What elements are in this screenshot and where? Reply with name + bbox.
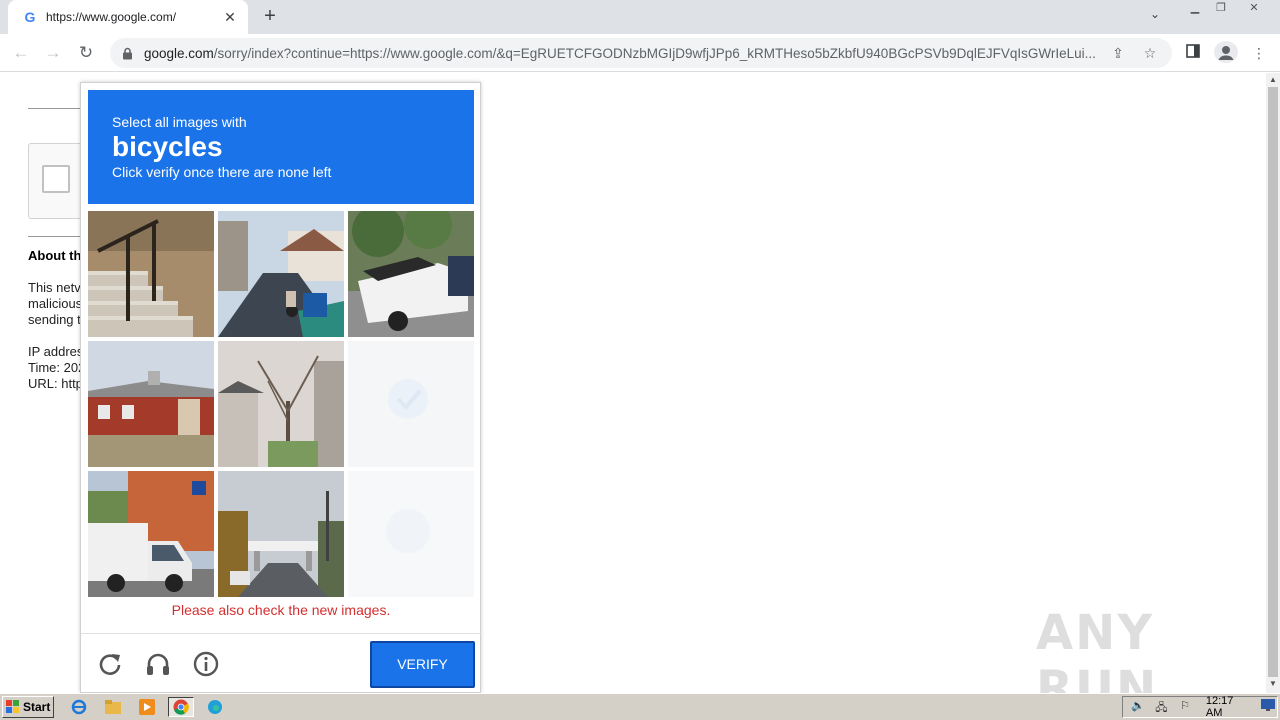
url-text[interactable]: google.com/sorry/index?continue=https://… <box>144 46 1098 61</box>
about-line: This netv <box>28 280 81 295</box>
tile-bridge-road[interactable] <box>218 471 344 597</box>
verify-button[interactable]: VERIFY <box>370 641 475 688</box>
url-path: /sorry/index?continue=https://www.google… <box>213 45 1096 61</box>
error-message: Please also check the new images. <box>171 602 391 618</box>
side-panel-icon[interactable] <box>1181 42 1205 64</box>
windows-logo-icon <box>6 700 19 713</box>
internet-explorer-icon[interactable] <box>68 697 90 717</box>
recaptcha-challenge: Select all images with bicycles Click ve… <box>80 82 481 693</box>
chrome-taskbar-icon[interactable] <box>168 697 194 717</box>
reload-challenge-icon[interactable] <box>96 650 124 678</box>
challenge-footer: VERIFY <box>81 633 481 693</box>
action-center-flag-icon[interactable]: ⚐ <box>1176 699 1194 715</box>
media-player-icon[interactable] <box>136 697 158 717</box>
taskbar: Start 🔈 🖧 ⚐ 12:17 AM <box>0 693 1280 720</box>
file-explorer-folder-icon[interactable] <box>102 697 124 717</box>
profile-avatar-icon[interactable] <box>1214 41 1238 63</box>
tile-fading[interactable] <box>348 341 474 467</box>
tile-stairs[interactable] <box>88 211 214 337</box>
tab-close-icon[interactable]: ✕ <box>222 9 238 26</box>
info-icon[interactable] <box>192 650 220 678</box>
clock: 12:17 AM <box>1205 695 1234 719</box>
tab-title: https://www.google.com/ <box>46 10 177 24</box>
window-close-icon[interactable]: ✕ <box>1243 2 1265 16</box>
divider <box>28 108 88 109</box>
system-tray: 🔈 🖧 ⚐ 12:17 AM <box>1122 695 1278 719</box>
restore-icon[interactable]: ❐ <box>1210 2 1232 16</box>
about-line: malicious <box>28 296 83 311</box>
tile-white-van[interactable] <box>88 471 214 597</box>
instruction-subtext: Click verify once there are none left <box>112 164 332 180</box>
show-desktop-icon[interactable] <box>1259 699 1277 715</box>
tab-search-chevron-down-icon[interactable]: ⌄ <box>1150 7 1160 21</box>
tile-tree-house[interactable] <box>218 341 344 467</box>
start-label: Start <box>23 700 51 714</box>
edge-icon[interactable] <box>204 697 226 717</box>
back-arrow-icon[interactable]: ← <box>8 40 34 66</box>
new-tab-plus-icon[interactable]: + <box>258 5 282 29</box>
forward-arrow-icon[interactable]: → <box>40 40 66 66</box>
recaptcha-anchor-box <box>28 143 88 219</box>
time-line: Time: 202 <box>28 360 86 375</box>
lock-icon[interactable] <box>120 46 134 60</box>
browser-tab[interactable]: G https://www.google.com/ ✕ <box>8 0 248 34</box>
tab-strip: G https://www.google.com/ ✕ + ⌄ ▁ ❐ ✕ <box>0 0 1280 34</box>
divider <box>28 236 88 237</box>
about-heading: About th <box>28 248 82 263</box>
scroll-up-icon[interactable]: ▲ <box>1266 73 1280 87</box>
tile-street[interactable] <box>218 211 344 337</box>
about-line: sending t <box>28 312 81 327</box>
url-line: URL: http <box>28 376 83 391</box>
browser-toolbar: ← → ↻ google.com/sorry/index?continue=ht… <box>0 34 1280 72</box>
address-bar[interactable]: google.com/sorry/index?continue=https://… <box>110 38 1172 68</box>
ip-address-line: IP addres <box>28 344 84 359</box>
target-object: bicycles <box>112 131 223 162</box>
scroll-thumb[interactable] <box>1268 87 1278 677</box>
google-favicon-icon: G <box>24 9 36 25</box>
reload-icon[interactable]: ↻ <box>73 40 99 66</box>
recaptcha-checkbox[interactable] <box>42 165 70 193</box>
menu-kebab-icon[interactable]: ⋮ <box>1247 42 1271 64</box>
url-host: google.com <box>144 45 214 61</box>
bookmark-star-icon[interactable]: ☆ <box>1138 45 1162 62</box>
start-button[interactable]: Start <box>2 696 54 718</box>
challenge-header: Select all images with bicycles Click ve… <box>88 90 474 204</box>
share-icon[interactable]: ⇪ <box>1106 45 1130 62</box>
volume-icon[interactable]: 🔈 <box>1129 699 1147 715</box>
minimize-icon[interactable]: ▁ <box>1184 2 1206 16</box>
tile-red-house[interactable] <box>88 341 214 467</box>
tile-empty[interactable] <box>348 471 474 597</box>
tile-pickup-truck[interactable] <box>348 211 474 337</box>
audio-challenge-headphones-icon[interactable] <box>144 650 172 678</box>
page-scrollbar[interactable]: ▲ ▼ <box>1266 73 1280 693</box>
instruction-text: Select all images with <box>112 114 247 130</box>
network-icon[interactable]: 🖧 <box>1153 699 1171 715</box>
